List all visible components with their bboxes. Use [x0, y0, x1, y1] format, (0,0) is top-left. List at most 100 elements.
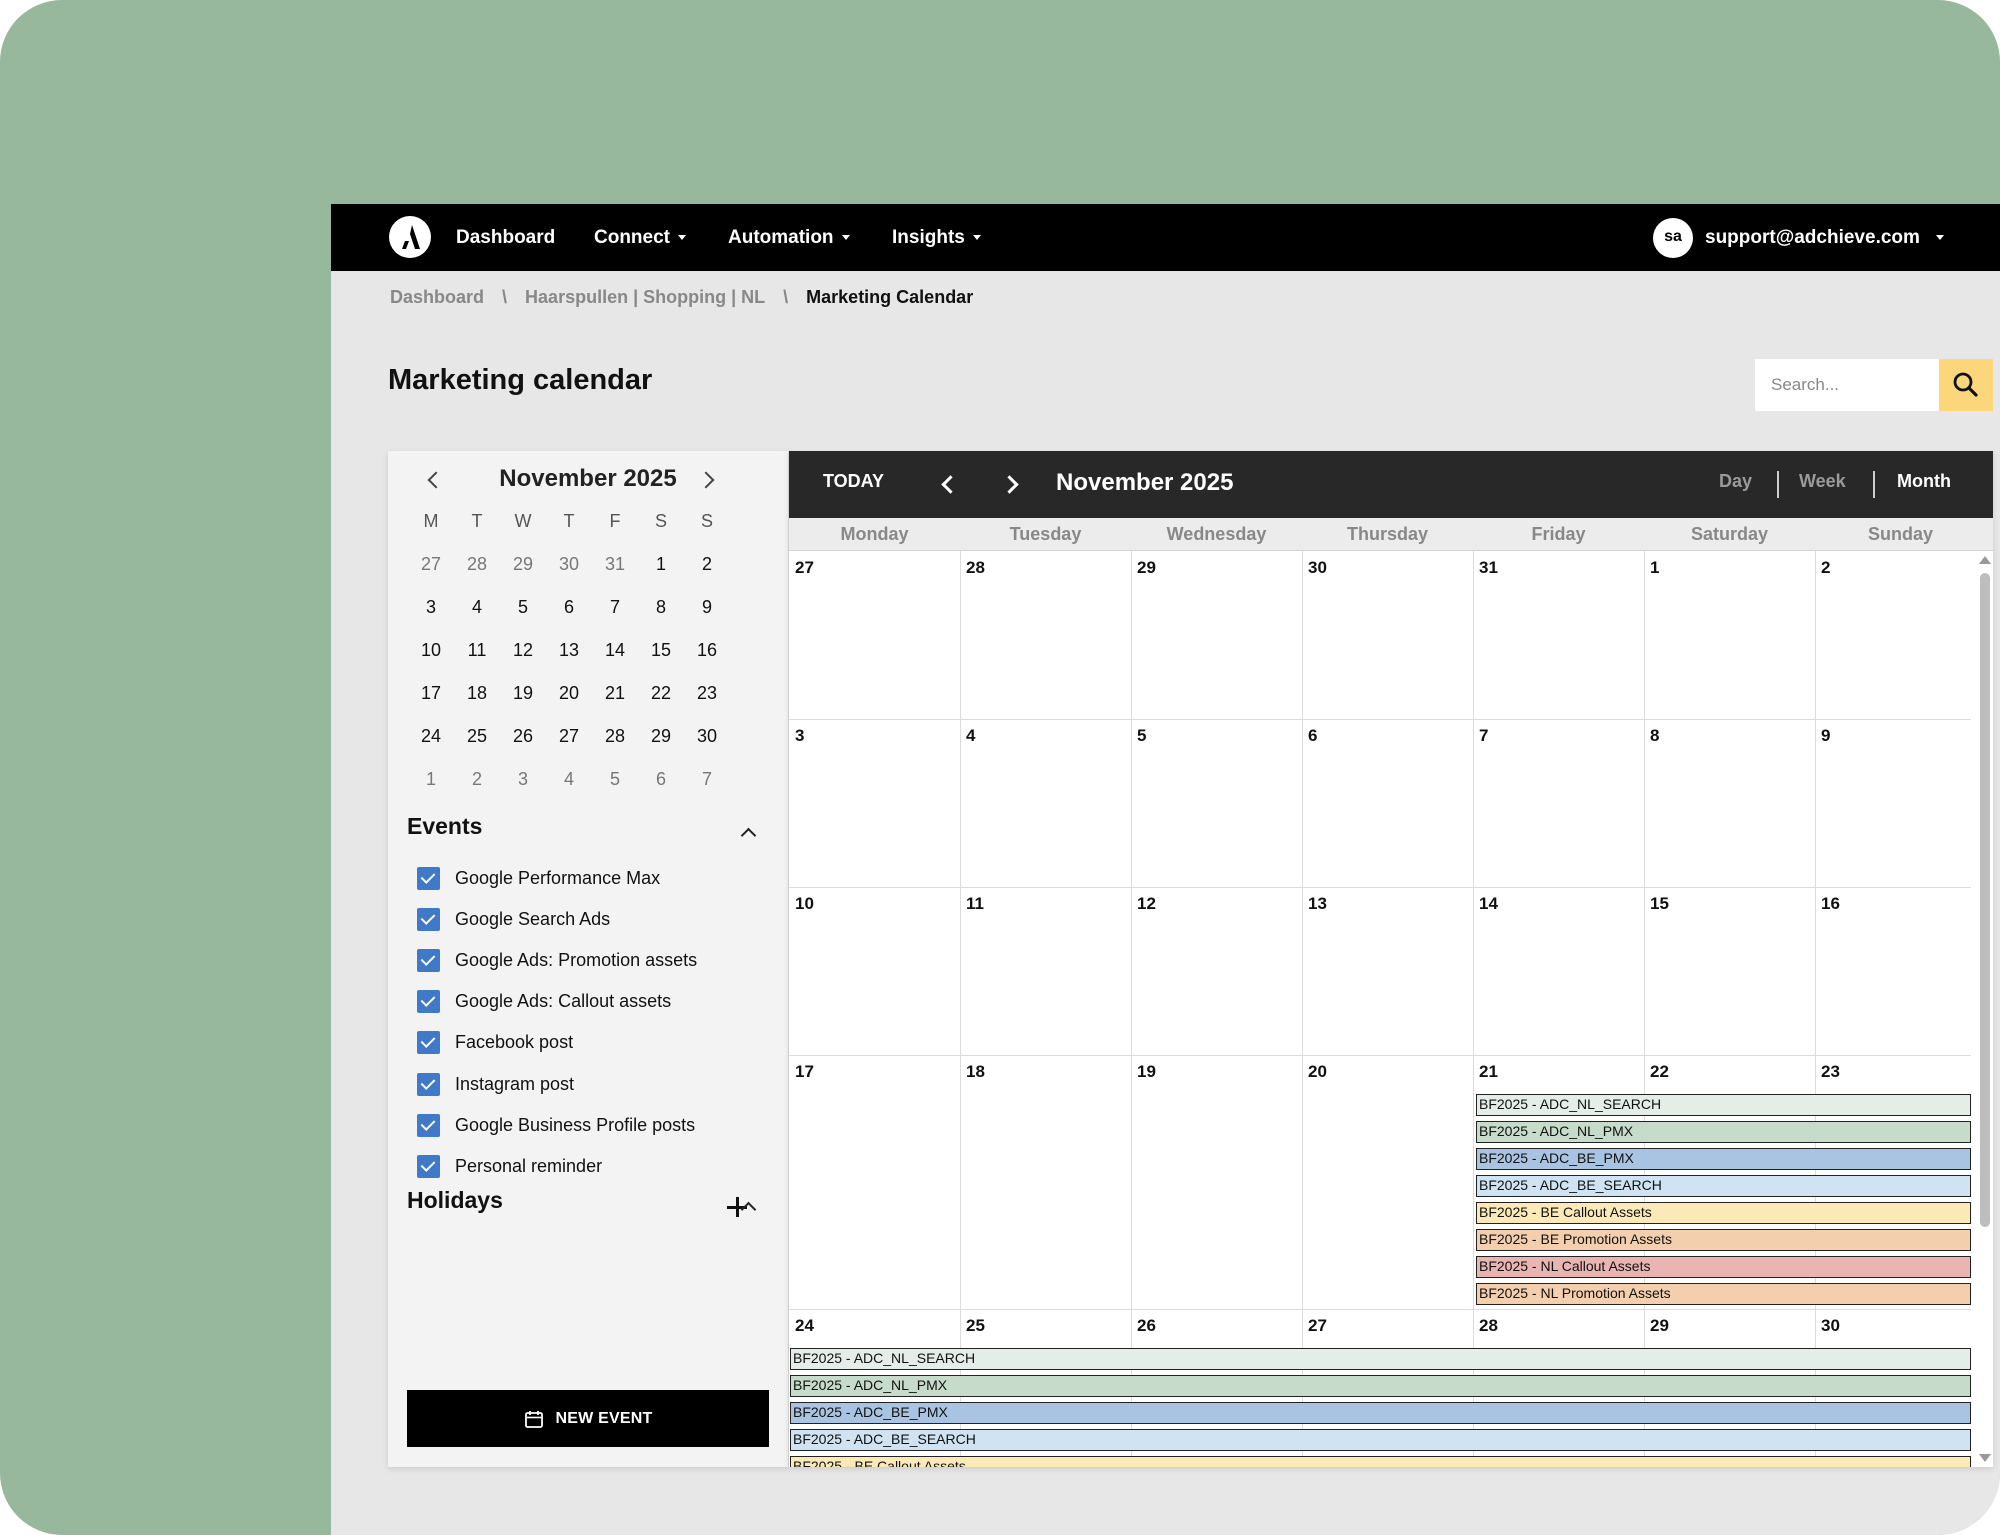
day-cell-number[interactable]: 22 [1650, 1062, 1669, 1082]
new-event-button[interactable]: NEW EVENT [407, 1390, 769, 1447]
day-cell-number[interactable]: 30 [1821, 1316, 1840, 1336]
mini-day[interactable]: 1 [638, 554, 684, 575]
mini-day[interactable]: 9 [684, 597, 730, 618]
calendar-event[interactable]: BF2025 - ADC_NL_PMX [790, 1375, 1971, 1397]
day-cell-number[interactable]: 29 [1650, 1316, 1669, 1336]
day-cell-number[interactable]: 1 [1650, 558, 1659, 578]
day-cell-number[interactable]: 31 [1479, 558, 1498, 578]
mini-day[interactable]: 2 [454, 769, 500, 790]
mini-day[interactable]: 20 [546, 683, 592, 704]
mini-day[interactable]: 31 [592, 554, 638, 575]
day-cell-number[interactable]: 27 [1308, 1316, 1327, 1336]
mini-day[interactable]: 8 [638, 597, 684, 618]
search-button[interactable] [1939, 359, 1993, 411]
checkbox-checked-icon[interactable] [417, 1113, 440, 1137]
event-filter-promotion-assets[interactable]: Google Ads: Promotion assets [417, 945, 697, 975]
day-cell-number[interactable]: 12 [1137, 894, 1156, 914]
mini-day[interactable]: 13 [546, 640, 592, 661]
day-cell-number[interactable]: 8 [1650, 726, 1659, 746]
calendar-event[interactable]: BF2025 - NL Callout Assets [1476, 1256, 1971, 1278]
mini-day[interactable]: 16 [684, 640, 730, 661]
day-cell-number[interactable]: 27 [795, 558, 814, 578]
calendar-event[interactable]: BF2025 - ADC_NL_SEARCH [790, 1348, 1971, 1370]
calendar-event[interactable]: BF2025 - ADC_NL_SEARCH [1476, 1094, 1971, 1116]
calendar-event[interactable]: BF2025 - ADC_BE_SEARCH [790, 1429, 1971, 1451]
day-cell-number[interactable]: 19 [1137, 1062, 1156, 1082]
mini-day[interactable]: 14 [592, 640, 638, 661]
day-cell-number[interactable]: 29 [1137, 558, 1156, 578]
day-cell-number[interactable]: 17 [795, 1062, 814, 1082]
mini-day[interactable]: 18 [454, 683, 500, 704]
app-logo[interactable] [389, 216, 431, 258]
breadcrumb-account[interactable]: Haarspullen | Shopping | NL [525, 287, 765, 307]
checkbox-checked-icon[interactable] [417, 907, 440, 931]
day-cell-number[interactable]: 2 [1821, 558, 1830, 578]
event-filter-search-ads[interactable]: Google Search Ads [417, 904, 610, 934]
user-menu[interactable]: support@adchieve.com [1705, 204, 1944, 271]
scroll-down-icon[interactable] [1979, 1454, 1991, 1462]
day-cell-number[interactable]: 20 [1308, 1062, 1327, 1082]
view-week-button[interactable]: Week [1799, 451, 1846, 518]
calendar-event[interactable]: BF2025 - ADC_NL_PMX [1476, 1121, 1971, 1143]
mini-day[interactable]: 6 [638, 769, 684, 790]
chevron-up-icon[interactable] [740, 827, 757, 844]
event-filter-facebook-post[interactable]: Facebook post [417, 1027, 573, 1057]
mini-day[interactable]: 24 [408, 726, 454, 747]
mini-day[interactable]: 1 [408, 769, 454, 790]
mini-day[interactable]: 25 [454, 726, 500, 747]
mini-day[interactable]: 17 [408, 683, 454, 704]
mini-day[interactable]: 10 [408, 640, 454, 661]
mini-day[interactable]: 27 [408, 554, 454, 575]
day-cell-number[interactable]: 24 [795, 1316, 814, 1336]
day-cell-number[interactable]: 13 [1308, 894, 1327, 914]
chevron-left-icon[interactable] [941, 475, 960, 494]
mini-day[interactable]: 29 [500, 554, 546, 575]
mini-day[interactable]: 3 [500, 769, 546, 790]
day-cell-number[interactable]: 6 [1308, 726, 1317, 746]
event-filter-business-profile[interactable]: Google Business Profile posts [417, 1110, 695, 1140]
day-cell-number[interactable]: 10 [795, 894, 814, 914]
day-cell-number[interactable]: 7 [1479, 726, 1488, 746]
today-button[interactable]: TODAY [823, 451, 884, 518]
mini-day[interactable]: 15 [638, 640, 684, 661]
day-cell-number[interactable]: 15 [1650, 894, 1669, 914]
calendar-event[interactable]: BF2025 - ADC_BE_PMX [1476, 1148, 1971, 1170]
day-cell-number[interactable]: 18 [966, 1062, 985, 1082]
mini-day[interactable]: 28 [592, 726, 638, 747]
event-filter-callout-assets[interactable]: Google Ads: Callout assets [417, 986, 671, 1016]
checkbox-checked-icon[interactable] [417, 1030, 440, 1054]
event-filter-personal-reminder[interactable]: Personal reminder [417, 1151, 602, 1181]
mini-day[interactable]: 19 [500, 683, 546, 704]
mini-day[interactable]: 3 [408, 597, 454, 618]
mini-day[interactable]: 30 [546, 554, 592, 575]
mini-day[interactable]: 12 [500, 640, 546, 661]
mini-day[interactable]: 26 [500, 726, 546, 747]
event-filter-instagram-post[interactable]: Instagram post [417, 1069, 574, 1099]
day-cell-number[interactable]: 28 [1479, 1316, 1498, 1336]
breadcrumb-dashboard[interactable]: Dashboard [390, 287, 484, 307]
calendar-event[interactable]: BF2025 - BE Callout Assets [1476, 1202, 1971, 1224]
nav-automation[interactable]: Automation [728, 204, 850, 271]
mini-day[interactable]: 21 [592, 683, 638, 704]
nav-dashboard[interactable]: Dashboard [456, 204, 555, 271]
calendar-event[interactable]: BF2025 - ADC_BE_SEARCH [1476, 1175, 1971, 1197]
calendar-scrollbar[interactable] [1974, 551, 1993, 1467]
day-cell-number[interactable]: 23 [1821, 1062, 1840, 1082]
mini-day[interactable]: 27 [546, 726, 592, 747]
day-cell-number[interactable]: 3 [795, 726, 804, 746]
calendar-event[interactable]: BF2025 - BE Promotion Assets [1476, 1229, 1971, 1251]
checkbox-checked-icon[interactable] [417, 866, 440, 890]
user-avatar[interactable]: sa [1653, 218, 1693, 258]
nav-insights[interactable]: Insights [892, 204, 981, 271]
scrollbar-thumb[interactable] [1980, 573, 1990, 1227]
day-cell-number[interactable]: 5 [1137, 726, 1146, 746]
mini-day[interactable]: 5 [592, 769, 638, 790]
day-cell-number[interactable]: 11 [966, 894, 984, 914]
mini-day[interactable]: 7 [592, 597, 638, 618]
view-day-button[interactable]: Day [1719, 451, 1752, 518]
day-cell-number[interactable]: 25 [966, 1316, 985, 1336]
calendar-event[interactable]: BF2025 - BE Callout Assets [790, 1456, 1971, 1467]
checkbox-checked-icon[interactable] [417, 1154, 440, 1178]
nav-connect[interactable]: Connect [594, 204, 686, 271]
mini-day[interactable]: 2 [684, 554, 730, 575]
